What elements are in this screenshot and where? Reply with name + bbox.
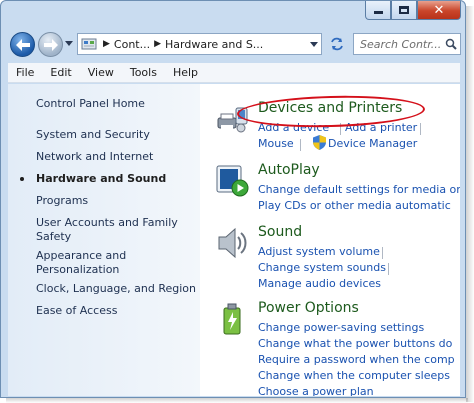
- sidebar-item-hardware-and-sound[interactable]: Hardware and Sound: [36, 172, 166, 186]
- link-separator: [420, 123, 421, 135]
- minimize-icon: [373, 11, 383, 14]
- content-area: Control Panel Home System and Security N…: [8, 84, 460, 396]
- sidebar-item-programs[interactable]: Programs: [36, 194, 88, 208]
- recent-pages-dropdown-icon[interactable]: [65, 41, 73, 46]
- link-separator: [382, 247, 383, 259]
- menu-tools[interactable]: Tools: [122, 66, 165, 79]
- menu-file[interactable]: File: [8, 66, 42, 79]
- breadcrumb-chevron-icon[interactable]: ▶: [103, 39, 110, 49]
- mouse-link[interactable]: Mouse: [258, 137, 294, 150]
- require-password-on-wakeup-link[interactable]: Require a password when the comp: [258, 353, 455, 366]
- refresh-icon: [331, 37, 343, 51]
- adjust-system-volume-link[interactable]: Adjust system volume: [258, 245, 380, 258]
- arrow-left-icon: [15, 38, 30, 51]
- sidebar-item-user-accounts[interactable]: User Accounts and Family Safety: [36, 216, 186, 244]
- navigation-bar: ▶ Cont... ▶ Hardware and S... Search Con…: [7, 28, 461, 60]
- sidebar-item-ease-of-access[interactable]: Ease of Access: [36, 304, 117, 318]
- choose-power-plan-link[interactable]: Choose a power plan: [258, 385, 374, 396]
- window-shadow-bottom: [6, 398, 468, 403]
- minimize-button[interactable]: [365, 1, 391, 20]
- close-button[interactable]: ✕: [417, 1, 461, 20]
- sidebar-item-network-and-internet[interactable]: Network and Internet: [36, 150, 153, 164]
- menu-edit[interactable]: Edit: [42, 66, 79, 79]
- window-shadow-right: [466, 6, 474, 402]
- address-bar[interactable]: ▶ Cont... ▶ Hardware and S...: [77, 33, 322, 55]
- change-default-media-settings-link[interactable]: Change default settings for media or: [258, 183, 460, 196]
- forward-button[interactable]: [38, 32, 63, 57]
- device-manager-link[interactable]: Device Manager: [328, 137, 417, 150]
- left-navigation-pane: Control Panel Home System and Security N…: [8, 84, 200, 396]
- sidebar-item-clock-language-region[interactable]: Clock, Language, and Region: [36, 282, 196, 296]
- caption-buttons: ✕: [365, 1, 461, 20]
- maximize-icon: [399, 6, 409, 14]
- control-panel-window: ✕ ▶ Cont... ▶ Hardware and S... Search C…: [0, 0, 466, 398]
- change-system-sounds-link[interactable]: Change system sounds: [258, 261, 386, 274]
- play-cds-automatically-link[interactable]: Play CDs or other media automatic: [258, 199, 451, 212]
- close-icon: ✕: [433, 2, 445, 18]
- battery-icon: [223, 303, 241, 335]
- breadcrumb-chevron-icon[interactable]: ▶: [154, 39, 161, 49]
- breadcrumb-hardware-and-sound[interactable]: Hardware and S...: [165, 38, 263, 51]
- change-power-buttons-link[interactable]: Change what the power buttons do: [258, 337, 452, 350]
- menu-view[interactable]: View: [80, 66, 122, 79]
- search-box[interactable]: Search Contr...: [353, 33, 461, 55]
- search-icon[interactable]: [442, 38, 460, 50]
- speaker-icon: [218, 227, 247, 259]
- refresh-button[interactable]: [326, 33, 348, 55]
- address-dropdown-button[interactable]: [306, 34, 321, 54]
- chevron-down-icon: [309, 41, 318, 47]
- sidebar-control-panel-home[interactable]: Control Panel Home: [36, 97, 145, 111]
- sidebar-item-appearance[interactable]: Appearance and Personalization: [36, 249, 146, 277]
- shield-icon: [313, 135, 326, 150]
- autoplay-icon: [216, 165, 249, 197]
- breadcrumb-control-panel[interactable]: Cont...: [114, 38, 150, 51]
- maximize-button[interactable]: [391, 1, 417, 20]
- current-item-bullet-icon: [20, 177, 24, 181]
- power-options-title[interactable]: Power Options: [258, 300, 359, 316]
- autoplay-title[interactable]: AutoPlay: [258, 162, 320, 178]
- change-power-saving-settings-link[interactable]: Change power-saving settings: [258, 321, 424, 334]
- manage-audio-devices-link[interactable]: Manage audio devices: [258, 277, 381, 290]
- link-separator: [388, 263, 389, 275]
- sidebar-item-system-and-security[interactable]: System and Security: [36, 128, 150, 142]
- sound-title[interactable]: Sound: [258, 224, 302, 240]
- arrow-right-icon: [43, 38, 58, 51]
- back-button[interactable]: [10, 32, 35, 57]
- change-sleep-settings-link[interactable]: Change when the computer sleeps: [258, 369, 450, 382]
- menu-help[interactable]: Help: [165, 66, 206, 79]
- control-panel-icon: [81, 38, 97, 50]
- link-separator: [300, 139, 301, 151]
- menu-bar: File Edit View Tools Help: [8, 63, 460, 83]
- search-input[interactable]: Search Contr...: [360, 38, 442, 51]
